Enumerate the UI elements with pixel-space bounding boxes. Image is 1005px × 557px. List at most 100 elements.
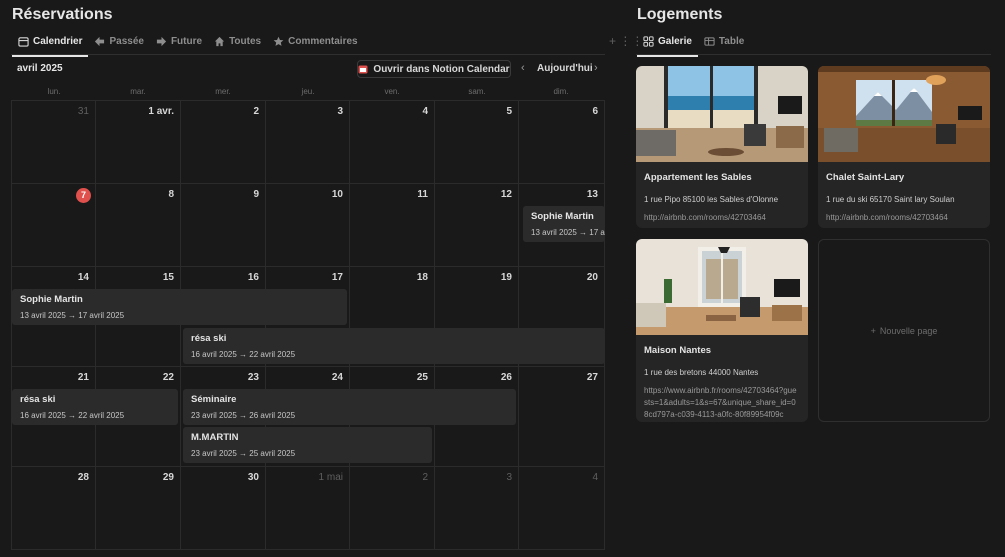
open-notion-calendar-button[interactable]: Ouvrir dans Notion Calendar bbox=[357, 60, 511, 78]
day-number: 10 bbox=[331, 189, 343, 200]
tab-label: Passée bbox=[109, 35, 144, 47]
event-dates: 23 avril 2025 → 25 avril 2025 bbox=[191, 449, 296, 458]
logement-link[interactable]: http://airbnb.com/rooms/42703464 bbox=[826, 212, 982, 224]
next-month-button[interactable]: › bbox=[594, 62, 598, 74]
chalet-mountain-view-photo bbox=[818, 66, 990, 162]
calendar-day-cell[interactable]: 29 bbox=[96, 467, 181, 549]
event-m-martin[interactable]: M.MARTIN 23 avril 2025 → 25 avril 2025 bbox=[183, 427, 432, 463]
logement-card-maison-nantes[interactable]: Maison Nantes 1 rue des bretons 44000 Na… bbox=[636, 239, 808, 422]
tab-commentaires[interactable]: Commentaires bbox=[267, 30, 363, 52]
day-number: 2 bbox=[253, 106, 259, 117]
tabs-divider bbox=[11, 54, 605, 55]
living-room-photo bbox=[636, 239, 808, 335]
calendar-day-cell[interactable]: 7 bbox=[12, 184, 96, 267]
event-sophie-martin[interactable]: Sophie Martin 13 avril 2025 → 17 avril 2… bbox=[523, 206, 605, 242]
day-number: 31 bbox=[77, 106, 89, 117]
calendar-day-cell[interactable]: 2 bbox=[181, 101, 266, 184]
logement-card-chalet-saint-lary[interactable]: Chalet Saint-Lary 1 rue du ski 65170 Sai… bbox=[818, 66, 990, 228]
plus-icon: + bbox=[870, 325, 876, 336]
calendar-day-cell[interactable]: 31 bbox=[12, 101, 96, 184]
tab-galerie[interactable]: Galerie bbox=[637, 30, 698, 57]
notion-calendar-icon bbox=[358, 65, 368, 74]
calendar-day-cell[interactable]: 27 bbox=[519, 367, 604, 467]
calendar-day-cell[interactable]: 3 bbox=[266, 101, 350, 184]
logement-title: Chalet Saint-Lary bbox=[826, 172, 905, 183]
tab-label: Toutes bbox=[229, 35, 262, 47]
logement-title: Maison Nantes bbox=[644, 345, 712, 356]
logement-link[interactable]: https://www.airbnb.fr/rooms/42703464?gue… bbox=[644, 385, 800, 421]
event-resa-ski[interactable]: résa ski 16 avril 2025 → 22 avril 2025 bbox=[183, 328, 605, 364]
event-title: Séminaire bbox=[191, 394, 237, 405]
calendar-day-cell[interactable]: 28 bbox=[12, 467, 96, 549]
event-dates: 13 avril 2025 → 17 avril 2025 bbox=[531, 228, 605, 237]
event-title: résa ski bbox=[20, 394, 56, 405]
day-number: 5 bbox=[506, 106, 512, 117]
weekday-label: jeu. bbox=[301, 87, 315, 96]
event-title: Sophie Martin bbox=[531, 211, 594, 222]
calendar-grid: 31 1 avr. 2 3 4 5 6 7 8 9 10 11 12 13 14 15 16 17 18 19 20 21… bbox=[11, 100, 605, 550]
day-number: 17 bbox=[331, 272, 343, 283]
event-sophie-martin[interactable]: Sophie Martin 13 avril 2025 → 17 avril 2… bbox=[12, 289, 347, 325]
weekday-label: ven. bbox=[384, 87, 400, 96]
tab-future[interactable]: Future bbox=[150, 30, 208, 52]
day-number: 24 bbox=[331, 372, 343, 383]
prev-month-button[interactable]: ‹ bbox=[521, 62, 525, 74]
event-title: Sophie Martin bbox=[20, 294, 83, 305]
arrow-right-icon bbox=[156, 36, 167, 46]
new-page-button[interactable]: + Nouvelle page bbox=[818, 239, 990, 422]
arrow-left-icon bbox=[95, 36, 105, 46]
day-number: 13 bbox=[586, 189, 598, 200]
tab-toutes[interactable]: Toutes bbox=[208, 30, 267, 52]
calendar-day-cell[interactable]: 4 bbox=[519, 467, 604, 549]
tab-calendrier[interactable]: Calendrier bbox=[12, 30, 89, 57]
calendar-day-cell[interactable]: 30 bbox=[181, 467, 266, 549]
tab-table[interactable]: Table bbox=[698, 30, 750, 52]
calendar-icon bbox=[18, 36, 29, 47]
day-number: 27 bbox=[586, 372, 598, 383]
tab-label: Calendrier bbox=[33, 35, 83, 47]
home-icon bbox=[214, 36, 225, 46]
logement-title: Appartement les Sables bbox=[644, 172, 752, 183]
calendar-day-cell[interactable]: 8 bbox=[96, 184, 181, 267]
event-seminaire[interactable]: Séminaire 23 avril 2025 → 26 avril 2025 bbox=[183, 389, 516, 425]
event-title: M.MARTIN bbox=[191, 432, 239, 443]
calendar-day-cell[interactable]: 9 bbox=[181, 184, 266, 267]
logements-view-tabs: Galerie Table bbox=[637, 30, 750, 57]
day-number: 15 bbox=[162, 272, 174, 283]
day-number: 11 bbox=[417, 189, 428, 200]
calendar-day-cell[interactable]: 3 bbox=[435, 467, 519, 549]
calendar-day-cell[interactable]: 1 mai bbox=[266, 467, 350, 549]
calendar-day-cell[interactable]: 11 bbox=[350, 184, 435, 267]
day-number: 29 bbox=[162, 472, 174, 483]
logements-title: Logements bbox=[637, 6, 723, 23]
day-number: 23 bbox=[247, 372, 259, 383]
calendar-day-cell[interactable]: 4 bbox=[350, 101, 435, 184]
day-number: 1 avr. bbox=[148, 106, 174, 117]
logement-address: 1 rue du ski 65170 Saint lary Soulan bbox=[826, 195, 955, 204]
day-number: 12 bbox=[500, 189, 512, 200]
tab-label: Future bbox=[170, 35, 203, 47]
calendar-day-cell[interactable]: 5 bbox=[435, 101, 519, 184]
logement-address: 1 rue des bretons 44000 Nantes bbox=[644, 368, 759, 377]
tab-passee[interactable]: Passée bbox=[88, 30, 149, 52]
logement-address: 1 rue Pipo 85100 les Sables d'Olonne bbox=[644, 195, 779, 204]
weekday-label: mar. bbox=[130, 87, 146, 96]
weekday-label: sam. bbox=[468, 87, 486, 96]
today-button[interactable]: Aujourd'hui bbox=[537, 63, 593, 74]
calendar-day-cell[interactable]: 6 bbox=[519, 101, 604, 184]
logement-link[interactable]: http://airbnb.com/rooms/42703464 bbox=[644, 212, 800, 224]
calendar-day-cell[interactable]: 2 bbox=[350, 467, 435, 549]
event-dates: 16 avril 2025 → 22 avril 2025 bbox=[191, 350, 296, 359]
calendar-day-cell[interactable]: 1 avr. bbox=[96, 101, 181, 184]
day-number: 8 bbox=[168, 189, 174, 200]
table-icon bbox=[704, 36, 715, 46]
event-dates: 16 avril 2025 → 22 avril 2025 bbox=[20, 411, 125, 420]
calendar-day-cell[interactable]: 12 bbox=[435, 184, 519, 267]
logement-card-appartement-les-sables[interactable]: Appartement les Sables 1 rue Pipo 85100 … bbox=[636, 66, 808, 228]
calendar-day-cell[interactable]: 10 bbox=[266, 184, 350, 267]
day-number: 4 bbox=[422, 106, 428, 117]
event-resa-ski[interactable]: résa ski 16 avril 2025 → 22 avril 2025 bbox=[12, 389, 178, 425]
day-number: 6 bbox=[592, 106, 598, 117]
day-number: 16 bbox=[247, 272, 259, 283]
event-dates: 23 avril 2025 → 26 avril 2025 bbox=[191, 411, 296, 420]
